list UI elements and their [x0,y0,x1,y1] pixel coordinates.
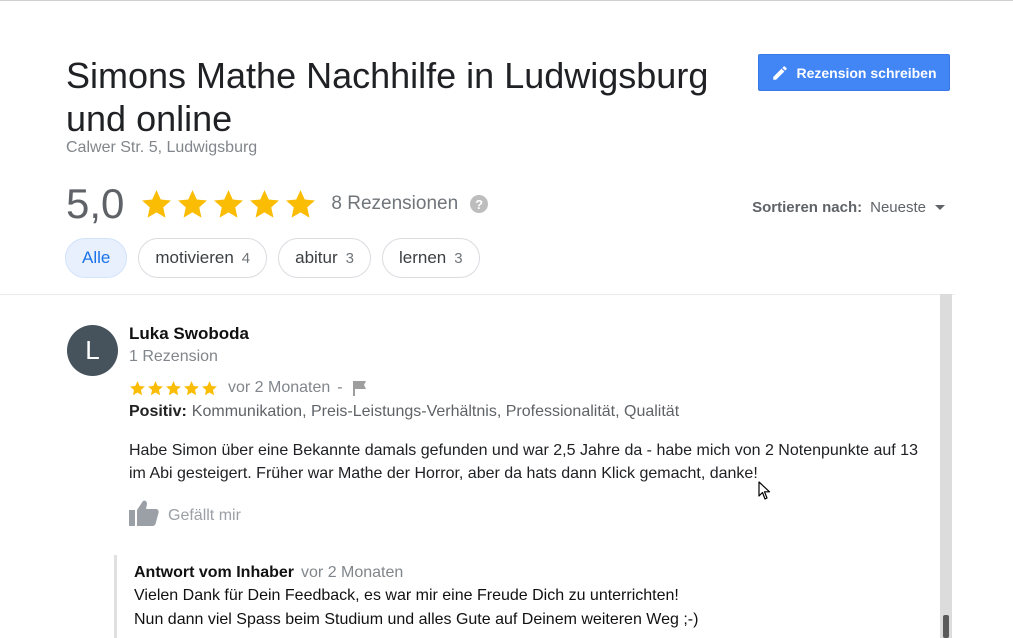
filter-chip-lernen[interactable]: lernen 3 [382,238,480,278]
reviewer-review-count: 1 Rezension [129,348,218,365]
owner-reply-time: vor 2 Monaten [301,564,404,581]
owner-reply-bar [114,555,117,638]
scrollbar-thumb[interactable] [943,615,949,638]
pencil-icon [771,64,789,82]
scrollbar-track[interactable] [940,294,952,638]
star-icon [142,189,172,218]
star-icon [202,380,217,395]
top-divider [0,0,1013,1]
star-icon [148,380,163,395]
mouse-cursor-icon [758,481,772,506]
review-meta: vor 2 Monaten - [129,377,368,399]
owner-reply-label: Antwort vom Inhaber [134,564,295,581]
star-icon [250,189,280,218]
reviewer-name[interactable]: Luka Swoboda [129,324,249,344]
filter-chips: Alle motivieren 4 abitur 3 lernen 3 [65,238,480,278]
filter-chip-count: 3 [345,249,354,267]
review-list-divider [0,294,955,295]
review-count[interactable]: 8 Rezensionen [331,193,458,215]
like-label: Gefällt mir [168,506,241,524]
business-title: Simons Mathe Nachhilfe in Ludwigsburg un… [66,55,709,139]
owner-reply-text-line2: Nun dann viel Spass beim Studium und all… [134,611,699,628]
business-address: Calwer Str. 5, Ludwigsburg [66,139,258,156]
meta-separator: - [337,379,343,396]
filter-chip-count: 3 [454,249,463,267]
review-time: vor 2 Monaten [228,379,331,396]
filter-chip-label: Alle [82,248,111,267]
owner-reply-header: Antwort vom Inhaber vor 2 Monaten [134,564,403,582]
filter-chip-count: 4 [241,249,251,267]
positive-label: Positiv: [129,403,187,420]
filter-chip-alle[interactable]: Alle [65,238,128,278]
star-icon [130,380,145,395]
filter-chip-label: motivieren [155,248,234,267]
avatar[interactable]: L [67,325,118,376]
help-icon[interactable]: ? [470,195,489,213]
star-icon [286,189,316,218]
like-button[interactable]: Gefällt mir [129,500,241,531]
positive-text: Kommunikation, Preis-Leistungs-Verhältni… [191,403,680,420]
review-positive-attributes: Positiv: Kommunikation, Preis-Leistungs-V… [129,403,679,421]
filter-chip-abitur[interactable]: abitur 3 [278,238,371,278]
flag-icon[interactable] [352,380,368,396]
star-icon [184,380,199,395]
filter-chip-label: lernen [399,248,447,267]
filter-chip-label: abitur [295,248,338,267]
review-stars [129,380,218,397]
star-icon [166,380,181,395]
star-icon [214,189,244,218]
average-rating: 5,0 [66,180,125,227]
sort-dropdown[interactable]: Neueste [870,199,926,216]
sort-label: Sortieren nach: [752,199,863,216]
thumbs-up-icon [129,500,159,531]
caret-down-icon[interactable] [935,205,945,210]
rating-summary: 5,0 8 Rezensionen ? [66,176,489,232]
write-review-label: Rezension schreiben [796,64,937,81]
filter-chip-motivieren[interactable]: motivieren 4 [138,238,268,278]
owner-reply-text-line1: Vielen Dank für Dein Feedback, es war mi… [134,587,679,604]
sort-control: Sortieren nach: Neueste [752,199,945,216]
write-review-button[interactable]: Rezension schreiben [758,54,950,91]
review-text: Habe Simon über eine Bekannte damals gef… [129,442,918,482]
star-icon [178,189,208,218]
rating-stars [140,188,317,221]
